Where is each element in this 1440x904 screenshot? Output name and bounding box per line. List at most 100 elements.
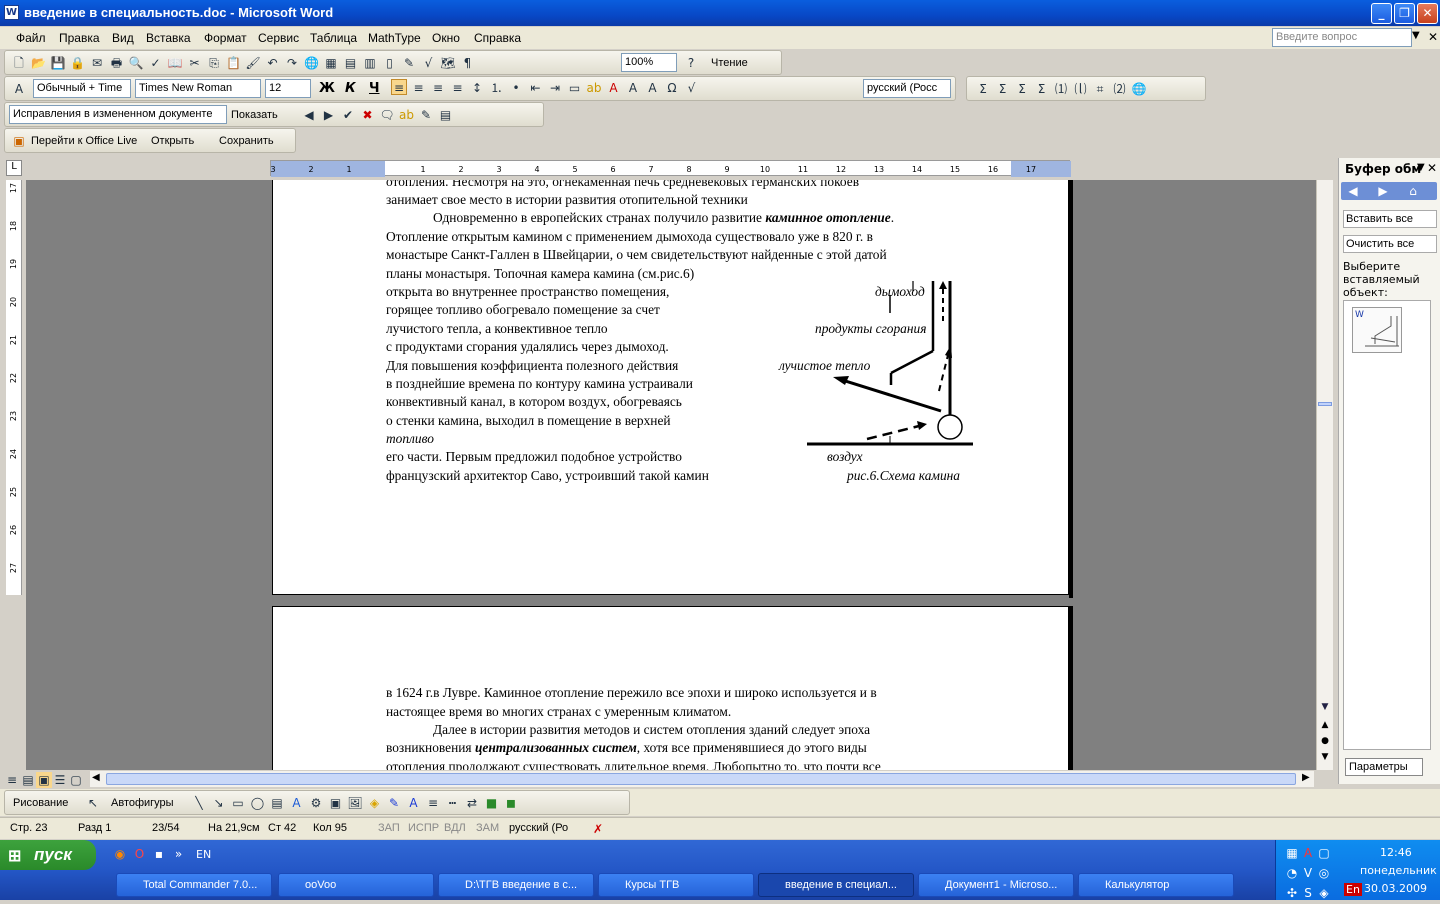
paste-all-button[interactable]: Вставить все [1343,210,1437,228]
status-ext[interactable]: ВДЛ [444,822,466,834]
oval-icon[interactable]: ◯ [250,795,266,811]
tab-selector[interactable]: L [6,160,22,176]
line-icon[interactable]: ╲ [191,795,207,811]
clock-date[interactable]: 30.03.2009 [1364,882,1427,895]
opera-icon[interactable]: O [132,846,148,862]
more-icon[interactable]: » [171,846,187,862]
permission-icon[interactable]: 🔒 [70,55,86,71]
menu-view[interactable]: Вид [112,31,134,45]
arrow-icon[interactable]: ↘ [211,795,227,811]
task-calculator[interactable]: Калькулятор [1078,873,1234,897]
help-dropdown-icon[interactable]: ▼ [1412,30,1420,41]
task-total-commander[interactable]: Total Commander 7.0... [116,873,272,897]
text-line[interactable]: с продуктами сгорания удалялись через ды… [386,338,669,356]
menu-edit[interactable]: Правка [59,31,100,45]
help-icon[interactable]: ? [683,55,699,71]
page-1[interactable]: отопления. Несмотря на это, огнекаменная… [272,180,1069,595]
open-live-button[interactable]: Открыть [151,135,194,147]
scroll-right-icon[interactable]: ▶ [1302,772,1310,783]
next-change-icon[interactable]: ▶ [321,107,337,123]
arrow-style-icon[interactable]: ⇄ [464,795,480,811]
italic-button[interactable]: К [345,81,356,96]
menu-tools[interactable]: Сервис [258,31,299,45]
diagram-icon[interactable]: ⚙ [308,795,324,811]
clipart-icon[interactable]: ▣ [328,795,344,811]
scroll-down-icon[interactable]: ▼ [1317,702,1333,716]
text-line[interactable]: его части. Первым предложил подобное уст… [386,448,682,466]
copy-icon[interactable]: ⎘ [206,55,222,71]
task-document1[interactable]: Документ1 - Microso... [918,873,1074,897]
reviewing-pane-icon[interactable]: ▤ [438,107,454,123]
input-language[interactable]: EN [196,848,211,861]
wordart-icon[interactable]: A [289,795,305,811]
line-color-icon[interactable]: ✎ [386,795,402,811]
maximize-button[interactable]: ❐ [1394,3,1415,24]
page-2[interactable]: в 1624 г.в Лувре. Каминное отопление пер… [272,606,1069,770]
reject-change-icon[interactable]: ✖ [360,107,376,123]
back-icon[interactable]: ◀ [1345,183,1361,199]
picture-icon[interactable]: 🖼 [347,795,363,811]
document-area[interactable]: отопления. Несмотря на это, огнекаменная… [26,180,1316,770]
paragraph-start[interactable]: Далее в истории развития методов и систе… [433,721,870,739]
globe-icon[interactable]: 🌐 [1131,81,1147,97]
eq-convert-icon[interactable]: ⑵ [1112,81,1128,97]
minimize-button[interactable]: _ [1371,3,1392,24]
horizontal-ruler[interactable]: 3 2 1 1 2 3 4 5 6 7 8 9 10 11 12 13 14 15 16 17 [270,160,1071,177]
tray-icon-network[interactable]: ▦ [1284,845,1300,861]
display-review-combo[interactable]: Исправления в измененном документе [9,105,227,124]
reading-view-icon[interactable]: ▢ [68,772,84,788]
home-icon[interactable]: ⌂ [1405,183,1421,199]
eq-update-icon[interactable]: ⌗ [1092,81,1108,97]
pane-close-icon[interactable]: ✕ [1427,161,1437,175]
clear-all-button[interactable]: Очистить все [1343,235,1437,253]
task-word-active[interactable]: введение в специал... [758,873,914,897]
language-combo[interactable]: русский (Росс [863,79,951,98]
mathtype-icon[interactable]: √ [684,80,700,96]
text-line[interactable]: лучистого тепла, а конвективное тепло [386,320,608,338]
select-objects-icon[interactable]: ↖ [85,795,101,811]
eq-ref-icon[interactable]: ⒧ [1073,81,1089,97]
help-search-input[interactable]: Введите вопрос [1272,28,1412,47]
menu-insert[interactable]: Вставка [146,31,191,45]
print-preview-icon[interactable]: 🔍 [128,55,144,71]
highlight-icon[interactable]: ab [586,80,602,96]
fig-label-air[interactable]: воздух [827,448,863,466]
status-ovr[interactable]: ЗАМ [476,822,499,834]
task-oovoo[interactable]: ooVoo [278,873,434,897]
fig-label-radiant[interactable]: лучистое тепло [779,357,870,375]
forward-icon[interactable]: ▶ [1375,183,1391,199]
browse-object-icon[interactable]: ● [1317,736,1333,750]
normal-view-icon[interactable]: ≡ [4,772,20,788]
clock-time[interactable]: 12:46 [1380,846,1412,859]
redo-icon[interactable]: ↷ [284,55,300,71]
text-line[interactable]: настоящее время во многих странах с умер… [386,703,731,721]
start-button[interactable]: ⊞ пуск [0,840,96,870]
textbox-icon[interactable]: ▤ [269,795,285,811]
spelling-status-icon[interactable]: ✗ [590,821,606,837]
shadow-icon[interactable]: ■ [484,795,500,811]
office-live-icon[interactable]: ▣ [11,133,27,149]
zoom-combo[interactable]: 100% [621,53,677,72]
dash-style-icon[interactable]: ┅ [445,795,461,811]
open-icon[interactable]: 📂 [31,55,47,71]
text-line[interactable]: Отопление открытым камином с применением… [386,228,873,246]
status-language[interactable]: русский (Ро [509,822,568,834]
format-painter-icon[interactable]: 🖌 [245,55,261,71]
clipboard-item-thumbnail[interactable]: W [1352,307,1402,353]
shrink-font-icon[interactable]: A [645,80,661,96]
accept-change-icon[interactable]: ✔ [340,107,356,123]
task-courses[interactable]: Курсы ТГВ [598,873,754,897]
review-highlight-icon[interactable]: ab [399,107,415,123]
scroll-thumb[interactable] [1318,402,1332,406]
tray-icon-printer[interactable]: ▢ [1316,845,1332,861]
excel-icon[interactable]: ▥ [362,55,378,71]
vertical-scrollbar[interactable]: ▼ ▲ ● ▼ [1316,180,1333,770]
tray-icon-av[interactable]: ◎ [1316,865,1332,881]
text-line[interactable]: о стенки камина, выходил в помещение в в… [386,412,671,430]
fig-label-chimney[interactable]: дымоход [875,283,925,301]
tray-icon-shield[interactable]: ◈ [1316,885,1332,901]
text-line[interactable]: монастыре Санкт-Галлен в Швейцарии, о че… [386,246,887,264]
word-doc-icon[interactable]: W [4,5,19,20]
text-line[interactable]: конвективный канал, в котором воздух, об… [386,393,682,411]
prev-change-icon[interactable]: ◀ [301,107,317,123]
